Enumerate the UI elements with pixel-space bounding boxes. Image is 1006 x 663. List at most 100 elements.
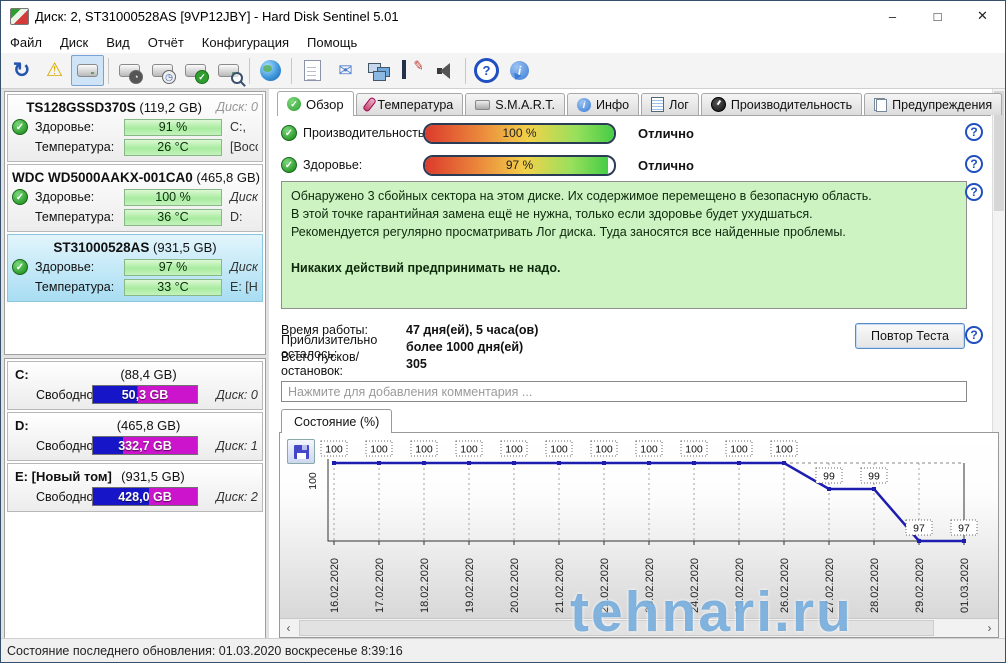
partition-name: E: [Новый том]	[15, 468, 112, 484]
scroll-left-icon[interactable]: ‹	[280, 619, 297, 636]
disk-card-2-selected[interactable]: ST31000528AS (931,5 GB) ✓ Здоровье: 97 %…	[7, 234, 263, 302]
partition-list: C: (88,4 GB) Свободно 50,3 GB Диск: 0 D:…	[4, 358, 266, 639]
disk-card-0[interactable]: TS128GSSD370S (119,2 GB) Диск: 0 ✓ Здоро…	[7, 94, 263, 162]
disk-seek-icon[interactable]	[212, 55, 245, 86]
stat-value: 47 дня(ей), 5 часа(ов)	[406, 322, 539, 337]
toolbar-separator	[108, 57, 109, 84]
help-icon[interactable]: ?	[470, 55, 503, 86]
disk-number: Диск: 2	[230, 260, 258, 274]
maximize-button[interactable]: □	[915, 1, 960, 31]
window-title: Диск: 2, ST31000528AS [9VP12JBY] - Hard …	[35, 8, 399, 24]
check-icon: ✓	[287, 97, 301, 111]
partition-card-e[interactable]: E: [Новый том] (931,5 GB) Свободно 428,0…	[7, 463, 263, 512]
disk-number: Диск: 0	[216, 387, 258, 402]
svg-text:100: 100	[415, 444, 433, 456]
help-question-icon[interactable]: ?	[965, 183, 983, 201]
temperature-label: Температура:	[35, 210, 115, 224]
tab-smart[interactable]: S.M.A.R.T.	[465, 93, 565, 115]
warning-icon[interactable]: ⚠	[38, 55, 71, 86]
svg-text:100: 100	[505, 444, 523, 456]
disk-overview-icon[interactable]	[71, 55, 104, 86]
menu-view[interactable]: Вид	[97, 33, 139, 52]
menu-help[interactable]: Помощь	[298, 33, 366, 52]
svg-text:100: 100	[730, 444, 748, 456]
comment-input[interactable]	[281, 381, 967, 402]
health-ok-icon: ✓	[12, 119, 28, 135]
desktop-edit-icon[interactable]: ✎	[395, 55, 428, 86]
stats-block: Время работы: 47 дня(ей), 5 часа(ов) При…	[281, 321, 539, 378]
toolbar-separator	[291, 57, 292, 84]
free-space-bar: 332,7 GB	[92, 436, 198, 455]
performance-row: ✓ Производительность: 100 % Отлично	[281, 121, 991, 145]
disk-size: (465,8 GB)	[196, 169, 261, 185]
floppy-icon	[293, 444, 309, 459]
about-icon[interactable]: i	[503, 55, 536, 86]
disk-card-1[interactable]: WDC WD5000AAKX-001CA0 (465,8 GB) ✓ Здоро…	[7, 164, 263, 232]
tab-performance[interactable]: Производительность	[700, 93, 863, 115]
disk-number: Диск: 1	[216, 438, 258, 453]
temperature-label: Температура:	[35, 140, 115, 154]
menu-report[interactable]: Отчёт	[139, 33, 193, 52]
help-question-icon[interactable]: ?	[965, 123, 983, 141]
toolbar-separator	[249, 57, 250, 84]
disk-clock-icon[interactable]: ◷	[146, 55, 179, 86]
disk-ok-icon[interactable]: ✓	[179, 55, 212, 86]
health-label: Здоровье:	[35, 120, 95, 134]
menu-configuration[interactable]: Конфигурация	[193, 33, 298, 52]
status-bar: Состояние последнего обновления: 01.03.2…	[1, 638, 1005, 662]
svg-text:100: 100	[595, 444, 613, 456]
tab-alerts[interactable]: Предупреждения	[864, 93, 1003, 115]
partition-name: C:	[15, 366, 29, 382]
tab-info[interactable]: i Инфо	[567, 93, 640, 115]
health-ok-icon: ✓	[12, 189, 28, 205]
drive-icon	[475, 99, 491, 110]
tab-overview[interactable]: ✓ Обзор	[277, 91, 354, 116]
save-chart-button[interactable]	[287, 439, 315, 464]
partition-card-c[interactable]: C: (88,4 GB) Свободно 50,3 GB Диск: 0	[7, 361, 263, 410]
performance-status: Отлично	[638, 125, 694, 141]
temperature-bar: 26 °C	[124, 138, 222, 156]
free-label: Свободно	[36, 387, 94, 402]
svg-text:100: 100	[307, 472, 319, 490]
svg-text:01.03.2020: 01.03.2020	[959, 558, 971, 613]
chart-tab-state[interactable]: Состояние (%)	[281, 409, 393, 433]
menu-bar: Файл Диск Вид Отчёт Конфигурация Помощь	[1, 31, 1005, 54]
disk-gauge-icon[interactable]: ◔	[113, 55, 146, 86]
message-line: В этой точке гарантийная замена ещё не н…	[291, 207, 813, 222]
disk-size: (119,2 GB)	[139, 99, 202, 115]
status-message-box: Обнаружено 3 сбойных сектора на этом дис…	[281, 181, 967, 309]
report-icon[interactable]	[296, 55, 329, 86]
menu-disk[interactable]: Диск	[51, 33, 97, 52]
partition-card-d[interactable]: D: (465,8 GB) Свободно 332,7 GB Диск: 1	[7, 412, 263, 461]
health-status: Отлично	[638, 157, 694, 173]
health-bar: 91 %	[124, 118, 222, 136]
svg-text:100: 100	[460, 444, 478, 456]
stat-value: 305	[406, 356, 427, 371]
toolbar-separator	[465, 57, 466, 84]
tab-log[interactable]: Лог	[641, 93, 699, 115]
disk-number: Диск: 0	[216, 100, 258, 114]
close-button[interactable]: ✕	[960, 1, 1005, 31]
refresh-icon[interactable]: ↻	[5, 55, 38, 86]
message-line: Обнаружено 3 сбойных сектора на этом дис…	[291, 189, 872, 203]
partition-name: D:	[15, 417, 29, 433]
minimize-button[interactable]: –	[870, 1, 915, 31]
partition-size: (465,8 GB)	[116, 417, 181, 433]
send-mail-icon[interactable]: ✉	[329, 55, 362, 86]
network-drives-icon[interactable]	[254, 55, 287, 86]
ok-icon: ✓	[281, 157, 297, 173]
sound-icon[interactable]	[428, 55, 461, 86]
tab-temperature[interactable]: Температура	[355, 93, 464, 115]
network-computers-icon[interactable]	[362, 55, 395, 86]
help-question-icon[interactable]: ?	[965, 326, 983, 344]
retest-button[interactable]: Повтор Теста	[855, 323, 965, 349]
svg-text:100: 100	[370, 444, 388, 456]
help-question-icon[interactable]: ?	[965, 155, 983, 173]
pages-icon	[874, 97, 888, 112]
svg-text:16.02.2020: 16.02.2020	[329, 558, 341, 613]
menu-file[interactable]: Файл	[1, 33, 51, 52]
health-row: ✓ Здоровье: 97 % Отлично	[281, 153, 991, 177]
free-label: Свободно	[36, 489, 94, 504]
scroll-right-icon[interactable]: ›	[981, 619, 998, 636]
svg-text:97: 97	[958, 523, 970, 535]
